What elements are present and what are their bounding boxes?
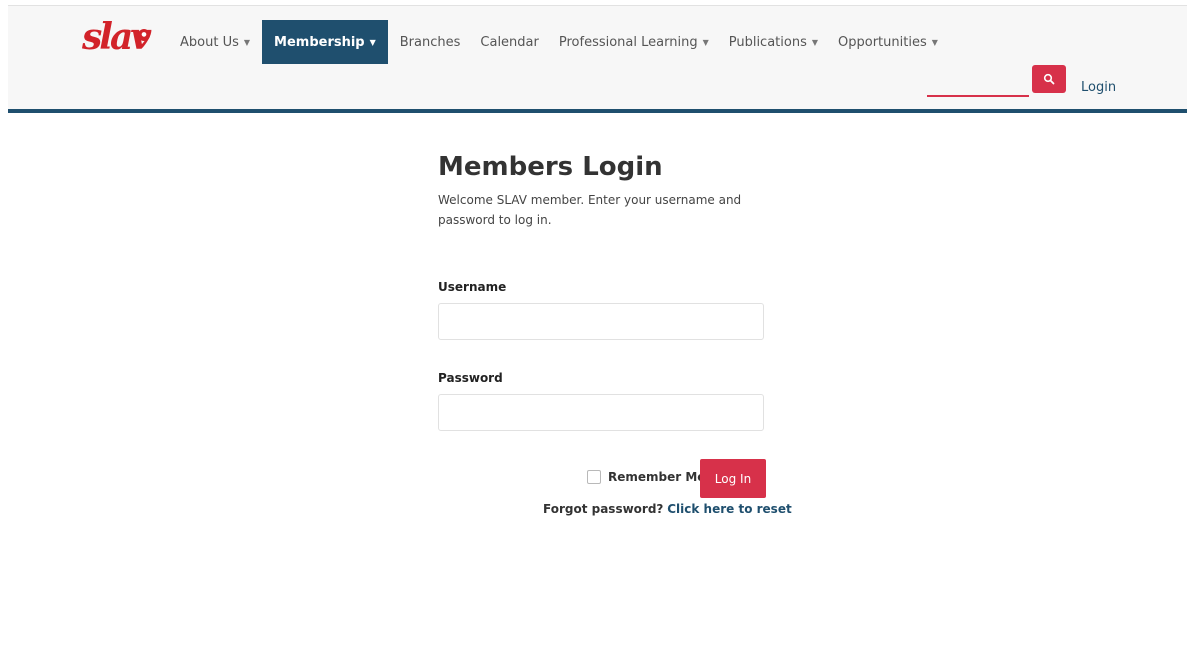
nav-item-opportunities[interactable]: Opportunities ▼ bbox=[828, 20, 948, 64]
nav-label: Calendar bbox=[480, 34, 539, 50]
page-title: Members Login bbox=[438, 152, 663, 182]
caret-down-icon: ▼ bbox=[702, 37, 709, 47]
remember-me-checkbox[interactable] bbox=[587, 470, 601, 484]
nav-item-professional-learning[interactable]: Professional Learning ▼ bbox=[549, 20, 719, 64]
nav-item-branches[interactable]: Branches bbox=[390, 20, 471, 64]
caret-down-icon: ▼ bbox=[243, 37, 251, 47]
nav-label: About Us bbox=[180, 34, 239, 50]
login-button[interactable]: Log In bbox=[700, 459, 766, 498]
nav-item-about-us[interactable]: About Us ▼ bbox=[170, 20, 260, 64]
nav-label: Branches bbox=[399, 34, 461, 50]
site-logo[interactable]: slav ● bbox=[82, 16, 152, 60]
search-button[interactable] bbox=[1032, 65, 1066, 93]
nav-label: Publications bbox=[728, 34, 807, 50]
reset-password-link[interactable]: Click here to reset bbox=[667, 502, 791, 516]
username-label: Username bbox=[438, 280, 507, 294]
nav-item-membership[interactable]: Membership ▼ bbox=[262, 20, 388, 64]
search-icon bbox=[1043, 73, 1055, 85]
nav-item-publications[interactable]: Publications ▼ bbox=[719, 20, 828, 64]
password-label: Password bbox=[438, 371, 503, 385]
remember-me[interactable]: Remember Me bbox=[587, 470, 705, 484]
nav-label: Professional Learning bbox=[558, 34, 698, 50]
caret-down-icon: ▼ bbox=[369, 37, 376, 47]
forgot-password: Forgot password? Click here to reset bbox=[543, 502, 792, 516]
header-login-link[interactable]: Login bbox=[1081, 80, 1116, 95]
nav-label: Membership bbox=[274, 34, 365, 50]
forgot-password-text: Forgot password? bbox=[543, 502, 664, 516]
logo-badge: ● bbox=[138, 29, 150, 41]
password-field[interactable] bbox=[438, 394, 764, 431]
search-input[interactable] bbox=[927, 95, 1029, 97]
username-field[interactable] bbox=[438, 303, 764, 340]
caret-down-icon: ▼ bbox=[931, 37, 938, 47]
caret-down-icon: ▼ bbox=[811, 37, 819, 47]
login-content: Members Login Welcome SLAV member. Enter… bbox=[438, 150, 768, 230]
remember-me-label: Remember Me bbox=[608, 470, 706, 484]
intro-text: Welcome SLAV member. Enter your username… bbox=[438, 193, 742, 227]
nav-item-calendar[interactable]: Calendar bbox=[470, 20, 548, 64]
header-border bbox=[8, 109, 1187, 113]
nav-label: Opportunities bbox=[838, 34, 927, 50]
main-nav: About Us ▼ Membership ▼ Branches Calenda… bbox=[170, 20, 948, 64]
